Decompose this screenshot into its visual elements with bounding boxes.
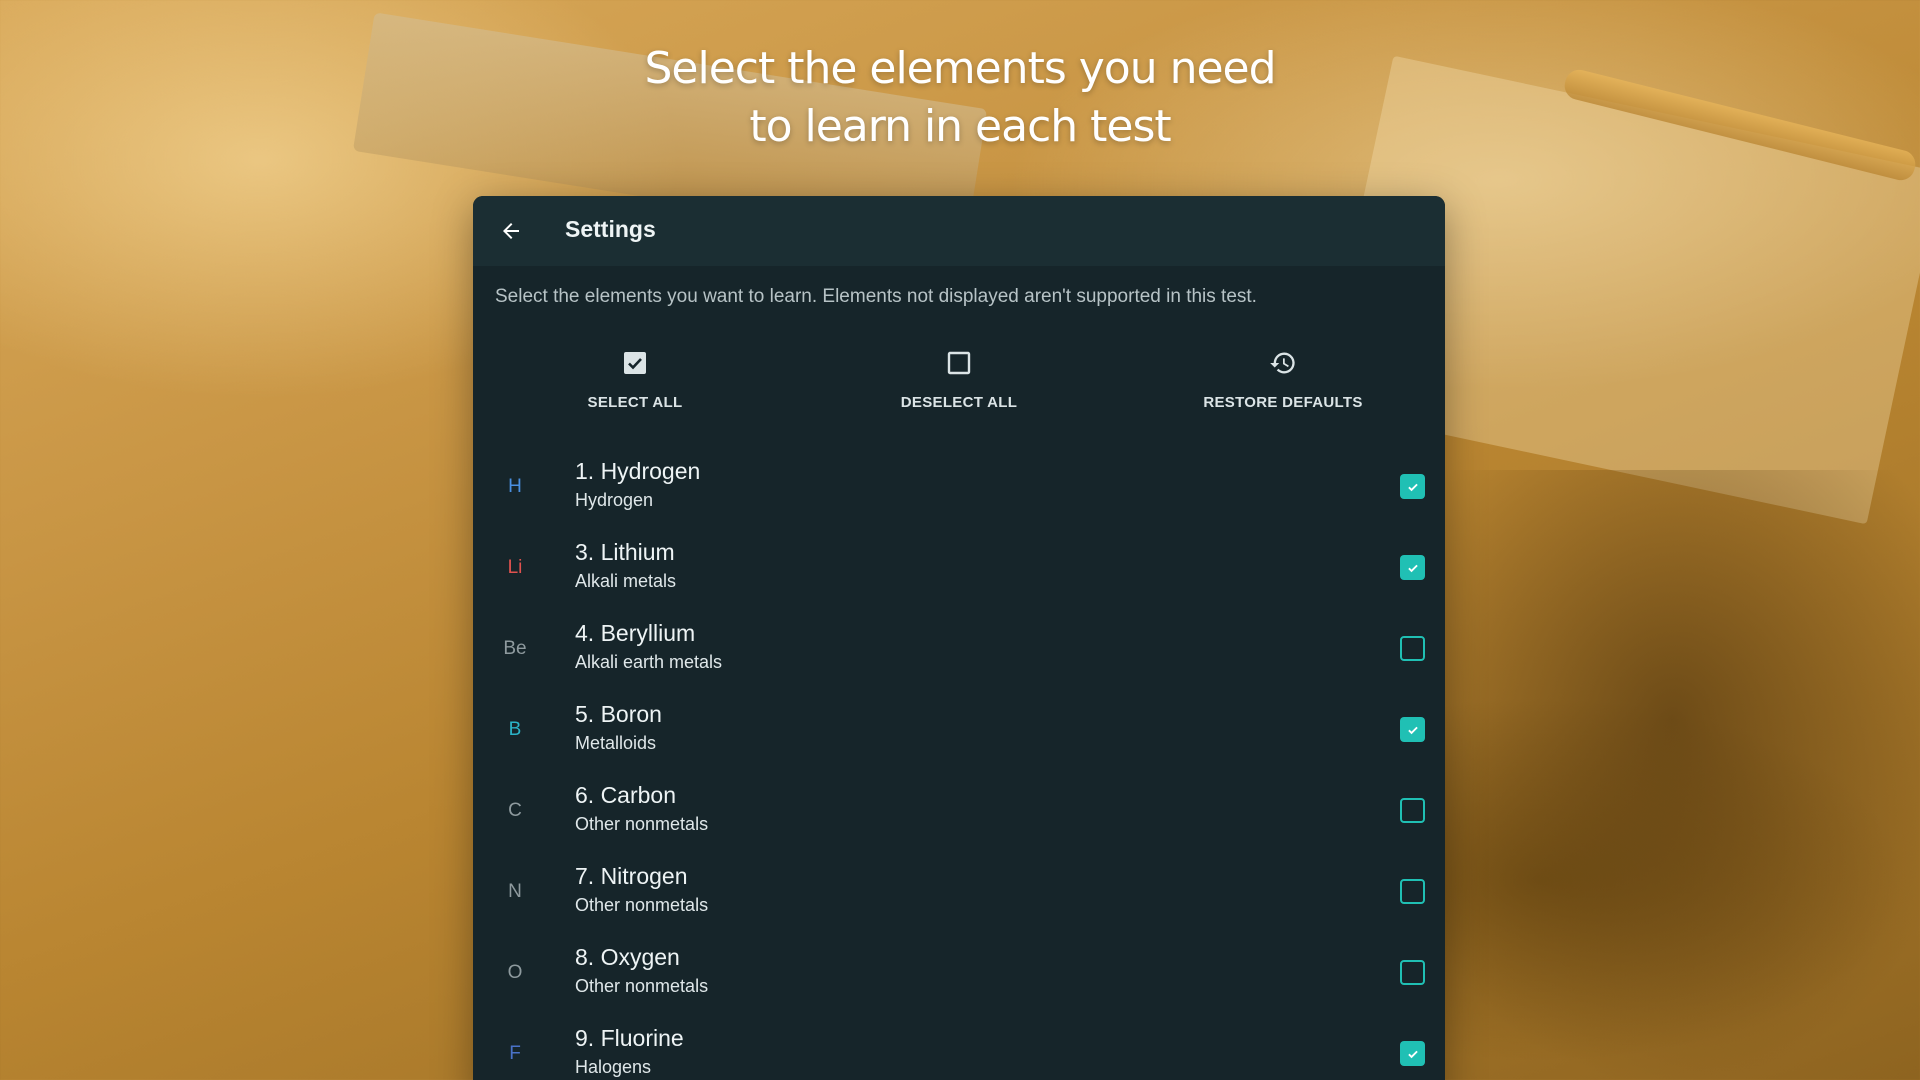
element-category: Metalloids (575, 733, 657, 753)
element-symbol: C (508, 800, 522, 821)
bulk-actions: SELECT ALL DESELECT ALL RESTORE DEFAULTS (473, 346, 1445, 426)
check-icon (1407, 564, 1418, 572)
element-name: 7. Nitrogen (575, 863, 688, 889)
back-button[interactable] (493, 213, 529, 249)
element-category: Halogens (575, 1057, 652, 1077)
select-all-button[interactable]: SELECT ALL (515, 346, 755, 426)
element-checkbox[interactable] (1400, 1041, 1425, 1066)
list-item[interactable]: Li 3. Lithium Alkali metals (473, 527, 1445, 608)
promo-headline: Select the elements you need to learn in… (0, 40, 1920, 156)
checkbox-empty-icon (947, 351, 971, 375)
element-name: 3. Lithium (575, 539, 675, 565)
element-name: 5. Boron (575, 701, 662, 727)
select-all-label: SELECT ALL (587, 394, 683, 411)
element-checkbox[interactable] (1400, 879, 1425, 904)
deselect-all-label: DESELECT ALL (900, 394, 1018, 411)
element-list: H 1. Hydrogen Hydrogen Li 3. Lithium Alk… (473, 446, 1445, 1080)
element-checkbox[interactable] (1400, 717, 1425, 742)
element-category: Other nonmetals (575, 814, 709, 834)
headline-line-2: to learn in each test (749, 101, 1171, 152)
element-name: 1. Hydrogen (575, 458, 701, 484)
description-text: Select the elements you want to learn. E… (495, 286, 1257, 307)
settings-panel: Settings Select the elements you want to… (473, 196, 1445, 1080)
restore-defaults-button[interactable]: RESTORE DEFAULTS (1163, 346, 1403, 426)
element-checkbox[interactable] (1400, 960, 1425, 985)
element-symbol: N (508, 881, 522, 902)
element-category: Other nonmetals (575, 976, 709, 996)
element-symbol: O (507, 962, 523, 983)
checkbox-checked-icon (624, 352, 646, 374)
list-item[interactable]: C 6. Carbon Other nonmetals (473, 770, 1445, 851)
page-title: Settings (565, 216, 656, 242)
list-item[interactable]: O 8. Oxygen Other nonmetals (473, 932, 1445, 1013)
list-item[interactable]: Be 4. Beryllium Alkali earth metals (473, 608, 1445, 689)
list-item[interactable]: B 5. Boron Metalloids (473, 689, 1445, 770)
element-category: Other nonmetals (575, 895, 709, 915)
list-item[interactable]: H 1. Hydrogen Hydrogen (473, 446, 1445, 527)
deselect-all-button[interactable]: DESELECT ALL (839, 346, 1079, 426)
element-symbol: Li (507, 557, 523, 578)
element-name: 8. Oxygen (575, 944, 680, 970)
element-symbol: F (509, 1043, 521, 1064)
element-symbol: Be (503, 638, 527, 659)
restore-defaults-label: RESTORE DEFAULTS (1203, 394, 1363, 411)
headline-line-1: Select the elements you need (644, 43, 1276, 94)
element-symbol: B (508, 719, 522, 740)
element-checkbox[interactable] (1400, 555, 1425, 580)
element-category: Hydrogen (575, 490, 654, 510)
check-icon (1407, 1050, 1418, 1058)
check-icon (1407, 483, 1418, 491)
element-name: 9. Fluorine (575, 1025, 684, 1051)
element-category: Alkali metals (575, 571, 677, 591)
background-shadow (1420, 470, 1920, 1080)
element-category: Alkali earth metals (575, 652, 723, 672)
list-item[interactable]: N 7. Nitrogen Other nonmetals (473, 851, 1445, 932)
element-checkbox[interactable] (1400, 636, 1425, 661)
app-bar: Settings (473, 196, 1445, 266)
list-item[interactable]: F 9. Fluorine Halogens (473, 1013, 1445, 1080)
element-name: 4. Beryllium (575, 620, 696, 646)
element-checkbox[interactable] (1400, 474, 1425, 499)
arrow-left-icon (503, 223, 519, 239)
element-symbol: H (508, 476, 522, 497)
history-icon (1270, 352, 1295, 374)
check-icon (1407, 726, 1418, 734)
element-name: 6. Carbon (575, 782, 677, 808)
element-checkbox[interactable] (1400, 798, 1425, 823)
